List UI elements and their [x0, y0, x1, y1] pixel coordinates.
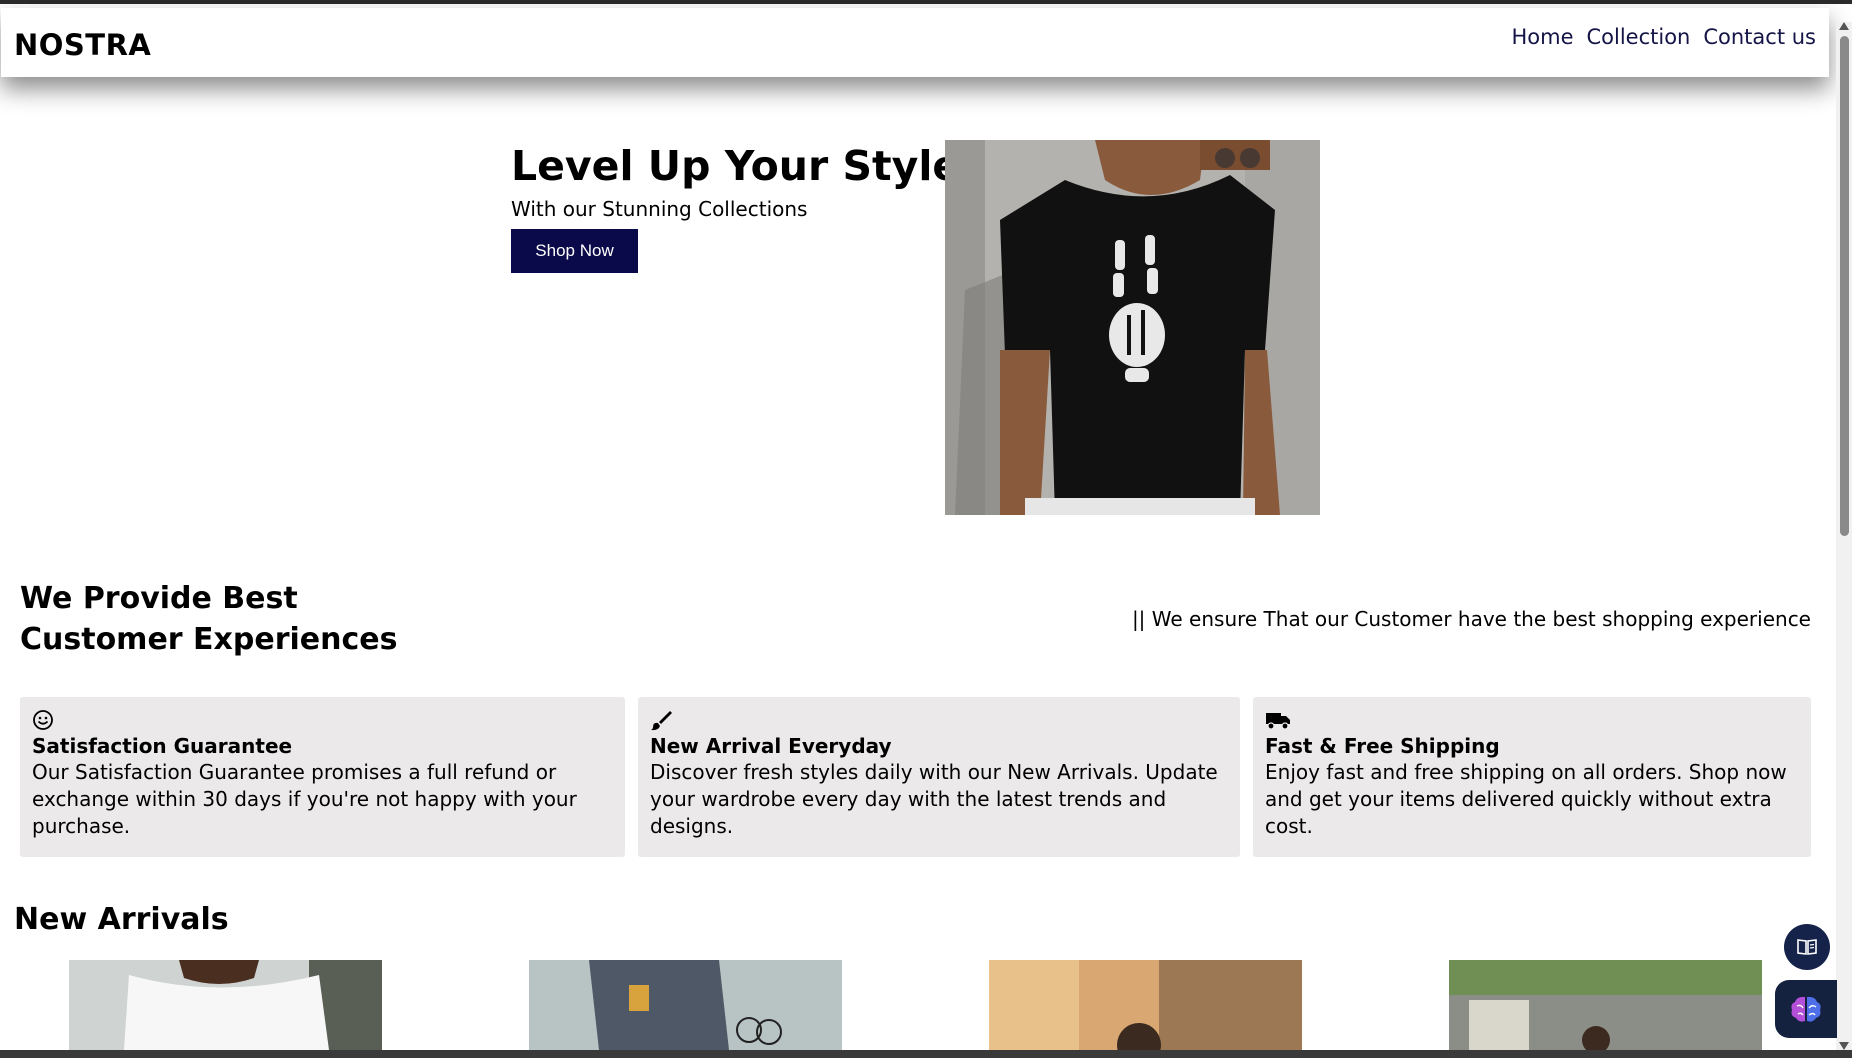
experience-heading-line2: Customer Experiences [20, 622, 398, 657]
experience-tagline: || We ensure That our Customer have the … [1131, 607, 1811, 631]
feature-title: New Arrival Everyday [650, 734, 892, 758]
product-image [69, 960, 382, 1050]
product-card[interactable] [529, 960, 842, 1050]
new-arrivals-heading: New Arrivals [14, 902, 229, 937]
product-card[interactable] [989, 960, 1302, 1050]
experience-heading-line1: We Provide Best [20, 581, 298, 616]
feature-text: Our Satisfaction Guarantee promises a fu… [32, 760, 577, 838]
feature-text: Enjoy fast and free shipping on all orde… [1265, 760, 1787, 838]
smile-icon [33, 710, 53, 730]
product-image [1449, 960, 1762, 1050]
page-scrollbar[interactable] [1836, 22, 1852, 1050]
product-card[interactable] [1449, 960, 1762, 1050]
nav-link-contact[interactable]: Contact us [1703, 25, 1816, 49]
reader-mode-button[interactable] [1784, 924, 1830, 970]
feature-card-shipping: Fast & Free Shipping Enjoy fast and free… [1253, 697, 1811, 857]
product-image [529, 960, 842, 1050]
nav-link-collection[interactable]: Collection [1586, 25, 1690, 49]
window-top-edge [0, 0, 1852, 4]
hero-subtitle: With our Stunning Collections [511, 197, 808, 221]
truck-icon [1266, 713, 1290, 730]
scroll-up-arrow-icon[interactable] [1839, 22, 1849, 30]
hero-image-illustration [945, 140, 1320, 515]
window-bottom-edge [0, 1050, 1852, 1058]
site-header: NOSTRA Home Collection Contact us [1, 8, 1829, 77]
scrollbar-thumb[interactable] [1840, 36, 1849, 536]
open-book-icon [1797, 939, 1817, 955]
paintbrush-icon [651, 711, 672, 731]
brand-logo[interactable]: NOSTRA [14, 28, 151, 62]
brain-icon [1791, 996, 1821, 1022]
nav-link-home[interactable]: Home [1511, 25, 1573, 49]
feature-text: Discover fresh styles daily with our New… [650, 760, 1218, 838]
main-nav: Home Collection Contact us [1511, 25, 1816, 49]
scroll-down-arrow-icon[interactable] [1839, 1042, 1849, 1050]
feature-card-satisfaction: Satisfaction Guarantee Our Satisfaction … [20, 697, 625, 857]
product-image [989, 960, 1302, 1050]
product-card[interactable] [69, 960, 382, 1050]
feature-title: Fast & Free Shipping [1265, 734, 1500, 758]
feature-title: Satisfaction Guarantee [32, 734, 293, 758]
ai-assistant-button[interactable] [1775, 980, 1837, 1038]
hero-image [945, 140, 1320, 515]
hero-title: Level Up Your Style [511, 142, 961, 190]
shop-now-button[interactable]: Shop Now [511, 229, 638, 273]
feature-card-new-arrival: New Arrival Everyday Discover fresh styl… [638, 697, 1240, 857]
experience-heading: We Provide Best Customer Experiences [20, 578, 397, 660]
